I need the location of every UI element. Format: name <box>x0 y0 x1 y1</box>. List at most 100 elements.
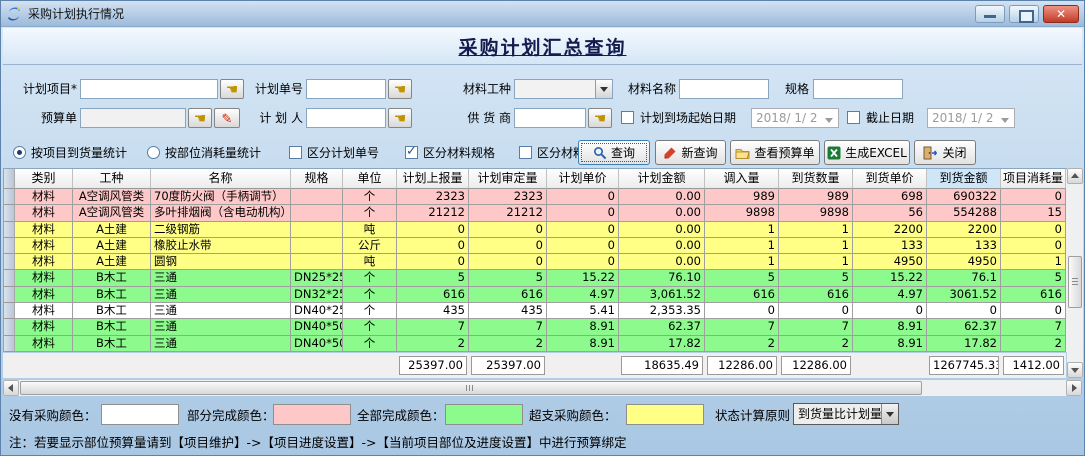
table-cell[interactable]: 1 <box>705 222 779 238</box>
table-cell[interactable]: 1 <box>705 238 779 254</box>
query-button[interactable]: 查询 <box>578 140 650 165</box>
table-cell[interactable]: DN25*25*25 <box>291 270 343 286</box>
table-cell[interactable]: 76.10 <box>619 270 705 286</box>
table-cell[interactable]: 70度防火阀（手柄调节） <box>151 189 291 205</box>
table-cell[interactable]: A土建 <box>73 222 151 238</box>
table-cell[interactable]: 76.1 <box>927 270 1001 286</box>
chevron-down-icon[interactable] <box>595 80 612 98</box>
close-window-button[interactable] <box>1043 5 1079 23</box>
table-cell[interactable]: 个 <box>343 319 397 335</box>
table-cell[interactable]: 0 <box>853 303 927 319</box>
table-cell[interactable]: 吨 <box>343 222 397 238</box>
budget-input[interactable] <box>80 108 186 128</box>
end-date-checkbox[interactable] <box>847 111 860 124</box>
table-cell[interactable]: 0.00 <box>619 189 705 205</box>
plan-project-input[interactable] <box>80 79 218 99</box>
distinguish-plan-no-checkbox[interactable] <box>289 146 302 159</box>
table-cell[interactable]: 0 <box>547 205 619 221</box>
table-cell[interactable]: 0 <box>1001 189 1066 205</box>
new-query-button[interactable]: 新查询 <box>655 140 726 165</box>
table-cell[interactable]: DN40*50*25 <box>291 319 343 335</box>
column-header[interactable]: 类别 <box>15 169 73 189</box>
table-cell[interactable]: 5.41 <box>547 303 619 319</box>
table-cell[interactable]: 989 <box>705 189 779 205</box>
table-cell[interactable]: 2200 <box>853 222 927 238</box>
table-cell[interactable]: 7 <box>1001 319 1066 335</box>
row-selector[interactable] <box>4 189 15 205</box>
plan-project-browse-button[interactable]: ☚ <box>220 79 244 99</box>
table-cell[interactable]: 圆钢 <box>151 254 291 270</box>
table-cell[interactable]: 616 <box>1001 287 1066 303</box>
chevron-down-icon[interactable] <box>881 404 898 424</box>
table-cell[interactable]: 个 <box>343 270 397 286</box>
table-cell[interactable]: 0 <box>547 189 619 205</box>
arrive-start-date-picker[interactable]: 2018/ 1/ 2 <box>751 108 839 128</box>
scroll-left-icon[interactable] <box>3 380 19 396</box>
budget-browse-button[interactable]: ☚ <box>188 108 212 128</box>
column-header[interactable]: 计划上报量 <box>397 169 469 189</box>
table-cell[interactable]: 0 <box>1001 238 1066 254</box>
row-selector[interactable] <box>4 254 15 270</box>
table-cell[interactable]: 3061.52 <box>927 287 1001 303</box>
table-cell[interactable] <box>291 189 343 205</box>
table-cell[interactable]: 698 <box>853 189 927 205</box>
table-cell[interactable]: 三通 <box>151 270 291 286</box>
table-cell[interactable]: 0.00 <box>619 238 705 254</box>
table-row[interactable]: 材料A土建圆钢吨0000.0011495049501 <box>4 254 1067 270</box>
planner-browse-button[interactable]: ☚ <box>388 108 412 128</box>
table-cell[interactable]: DN32*25*25 <box>291 287 343 303</box>
table-cell[interactable]: 133 <box>853 238 927 254</box>
vertical-scroll-thumb[interactable] <box>1068 256 1082 308</box>
column-header[interactable]: 到货金额 <box>927 169 1001 189</box>
table-cell[interactable]: DN40*25*32 <box>291 303 343 319</box>
table-cell[interactable]: 0 <box>469 254 547 270</box>
table-row[interactable]: 材料B木工三通DN32*25*25个6166164.973,061.526166… <box>4 287 1067 303</box>
table-cell[interactable]: 0 <box>469 238 547 254</box>
table-cell[interactable]: 1 <box>1001 254 1066 270</box>
row-selector[interactable] <box>4 205 15 221</box>
column-header[interactable]: 到货数量 <box>779 169 853 189</box>
end-date-picker[interactable]: 2018/ 1/ 2 <box>927 108 1015 128</box>
column-header[interactable]: 计划审定量 <box>469 169 547 189</box>
table-cell[interactable]: 616 <box>469 287 547 303</box>
table-cell[interactable] <box>291 222 343 238</box>
distinguish-brand-checkbox[interactable] <box>519 146 532 159</box>
table-cell[interactable]: 多叶排烟阀（含电动机构） <box>151 205 291 221</box>
minimize-button[interactable] <box>975 5 1005 23</box>
table-cell[interactable]: 0 <box>397 254 469 270</box>
table-cell[interactable]: B木工 <box>73 319 151 335</box>
restore-button[interactable] <box>1009 5 1039 23</box>
table-cell[interactable]: 2323 <box>469 189 547 205</box>
table-cell[interactable]: 8.91 <box>547 336 619 352</box>
table-cell[interactable] <box>291 254 343 270</box>
column-header[interactable]: 规格 <box>291 169 343 189</box>
table-cell[interactable]: A空调风管类 <box>73 205 151 221</box>
material-name-input[interactable] <box>679 79 769 99</box>
close-button[interactable]: 关闭 <box>914 140 976 165</box>
radio-by-part-consume[interactable] <box>147 146 160 159</box>
table-row[interactable]: 材料B木工三通DN40*25*32个4354355.412,353.350000… <box>4 303 1067 319</box>
table-cell[interactable]: 690322 <box>927 189 1001 205</box>
table-row[interactable]: 材料B木工三通DN40*50*32个228.9117.82228.9117.82… <box>4 336 1067 352</box>
table-cell[interactable]: 2200 <box>927 222 1001 238</box>
table-cell[interactable]: 三通 <box>151 303 291 319</box>
table-cell[interactable]: 0 <box>1001 222 1066 238</box>
table-cell[interactable]: B木工 <box>73 336 151 352</box>
column-header[interactable]: 名称 <box>151 169 291 189</box>
table-cell[interactable]: 2 <box>705 336 779 352</box>
row-selector[interactable] <box>4 287 15 303</box>
table-cell[interactable]: 17.82 <box>619 336 705 352</box>
table-cell[interactable]: 0 <box>927 303 1001 319</box>
table-cell[interactable]: 0.00 <box>619 222 705 238</box>
supplier-input[interactable] <box>514 108 586 128</box>
select-all-stub[interactable] <box>4 169 15 189</box>
table-cell[interactable]: 1 <box>705 254 779 270</box>
table-cell[interactable]: 5 <box>779 270 853 286</box>
table-cell[interactable]: 材料 <box>15 303 73 319</box>
table-cell[interactable]: 0 <box>397 222 469 238</box>
plan-no-input[interactable] <box>306 79 386 99</box>
table-cell[interactable]: 8.91 <box>853 336 927 352</box>
table-cell[interactable]: 15 <box>1001 205 1066 221</box>
table-cell[interactable]: 个 <box>343 287 397 303</box>
table-cell[interactable]: 1 <box>779 222 853 238</box>
